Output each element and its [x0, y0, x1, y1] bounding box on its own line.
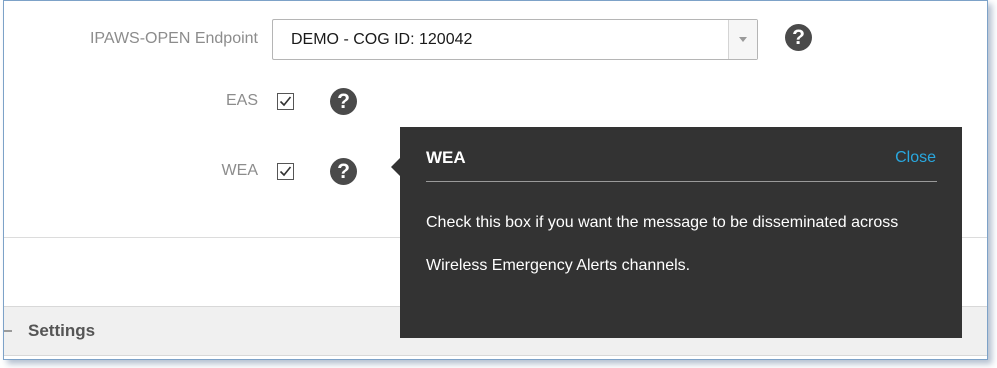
- popover-body-text: Check this box if you want the message t…: [426, 214, 899, 274]
- endpoint-help-icon[interactable]: ?: [785, 24, 812, 51]
- collapse-indicator-icon: [4, 330, 12, 332]
- form-panel: IPAWS-OPEN Endpoint DEMO - COG ID: 12004…: [3, 0, 988, 360]
- popover-divider: [426, 181, 937, 182]
- eas-checkbox[interactable]: [277, 93, 294, 110]
- endpoint-label: IPAWS-OPEN Endpoint: [89, 30, 258, 47]
- wea-help-popover: WEA Close Check this box if you want the…: [391, 127, 962, 338]
- wea-checkbox[interactable]: [277, 163, 294, 180]
- checkmark-icon: [279, 166, 292, 177]
- wea-label: WEA: [221, 162, 258, 179]
- select-dropdown-button[interactable]: [728, 20, 757, 59]
- eas-label: EAS: [225, 92, 258, 109]
- eas-help-icon[interactable]: ?: [330, 88, 357, 115]
- wea-help-icon[interactable]: ?: [330, 158, 357, 185]
- chevron-down-icon: [739, 37, 747, 42]
- popover-close-link[interactable]: Close: [895, 149, 936, 167]
- popover-title: WEA: [426, 148, 466, 167]
- popover-pointer: [391, 158, 400, 176]
- settings-section-title: Settings: [28, 321, 96, 340]
- checkmark-icon: [279, 96, 292, 107]
- endpoint-select[interactable]: DEMO - COG ID: 120042: [272, 19, 758, 60]
- endpoint-select-value: DEMO - COG ID: 120042: [291, 31, 473, 48]
